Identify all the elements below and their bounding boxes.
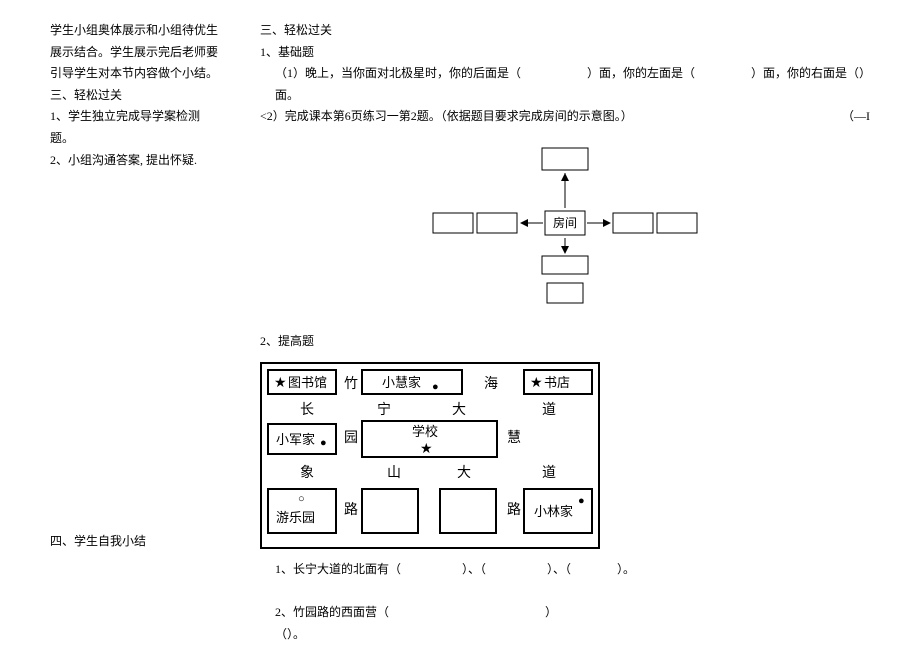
map-xiaojun: 小军家 <box>276 432 315 447</box>
q1-2-text: <2）完成课本第6页练习一第2题。（依据题目要求完成房间的示意图。） （—I <box>260 106 870 128</box>
map-hui: 慧 <box>507 430 521 446</box>
bottom-text: （）。 <box>260 624 870 646</box>
svg-text:★: ★ <box>420 442 433 457</box>
left-section3-item2: 2、小组沟通答案, 提出怀疑. <box>50 150 220 172</box>
map-dao2: 道 <box>542 465 556 481</box>
left-section3-item1: 1、学生独立完成导学案检测题。 <box>50 106 220 149</box>
map-hai: 海 <box>484 376 498 392</box>
left-paragraph: 学生小组奥体展示和小组待优生展示结合。学生展示完后老师要引导学生对本节内容做个小… <box>50 20 220 85</box>
svg-text:●: ● <box>432 381 439 393</box>
q2-2: 2、竹园路的西面营（ ） <box>260 602 870 624</box>
map-lu2: 路 <box>507 502 521 518</box>
map-lu1: 路 <box>344 502 358 518</box>
room-label-text: 房间 <box>553 215 577 230</box>
right-column: 三、轻松过关 1、基础题 （1）晚上，当你面对北极星时，你的后面是（ ）面，你的… <box>260 20 870 631</box>
svg-text:●: ● <box>320 437 327 449</box>
room-diagram: 房间 <box>405 143 725 316</box>
map-dao1: 道 <box>542 402 556 418</box>
map-shan: 山 <box>387 465 401 481</box>
map-da1: 大 <box>452 402 466 418</box>
map-xiaolin: 小林家 <box>534 504 573 519</box>
left-column: 学生小组奥体展示和小组待优生展示结合。学生展示完后老师要引导学生对本节内容做个小… <box>50 20 220 631</box>
map-amusement: 游乐园 <box>276 510 315 525</box>
right-section3-title: 三、轻松过关 <box>260 20 870 42</box>
svg-text:●: ● <box>578 495 585 507</box>
map-da2: 大 <box>457 465 471 481</box>
map-xiang: 象 <box>300 465 314 481</box>
left-section3-title: 三、轻松过关 <box>50 85 220 107</box>
map-library: 图书馆 <box>288 375 327 390</box>
map-school: 学校 <box>412 424 438 439</box>
map-yuan: 园 <box>344 431 358 446</box>
map-chang: 长 <box>300 402 314 418</box>
q1-text: （1）晚上，当你面对北极星时，你的后面是（ ）面，你的左面是（ ）面，你的右面是… <box>260 63 870 106</box>
map-zhu: 竹 <box>344 376 358 392</box>
svg-text:○: ○ <box>298 493 305 505</box>
map-xiaohui: 小慧家 <box>382 375 421 390</box>
svg-text:★: ★ <box>530 376 543 391</box>
map-bookstore: 书店 <box>544 375 570 390</box>
q2-title: 2、提高题 <box>260 331 870 353</box>
map-diagram: ★ 图书馆 小慧家 ● ★ 书店 竹 海 长 宁 大 道 小军家 ● 学校 ★ … <box>260 362 600 549</box>
left-section4-title: 四、学生自我小结 <box>50 531 220 553</box>
q2-1: 1、长宁大道的北面有（ ）、（ ）、（ ）。 <box>260 559 870 581</box>
map-ning: 宁 <box>377 401 391 418</box>
q1-title: 1、基础题 <box>260 42 870 64</box>
svg-text:★: ★ <box>274 376 287 391</box>
